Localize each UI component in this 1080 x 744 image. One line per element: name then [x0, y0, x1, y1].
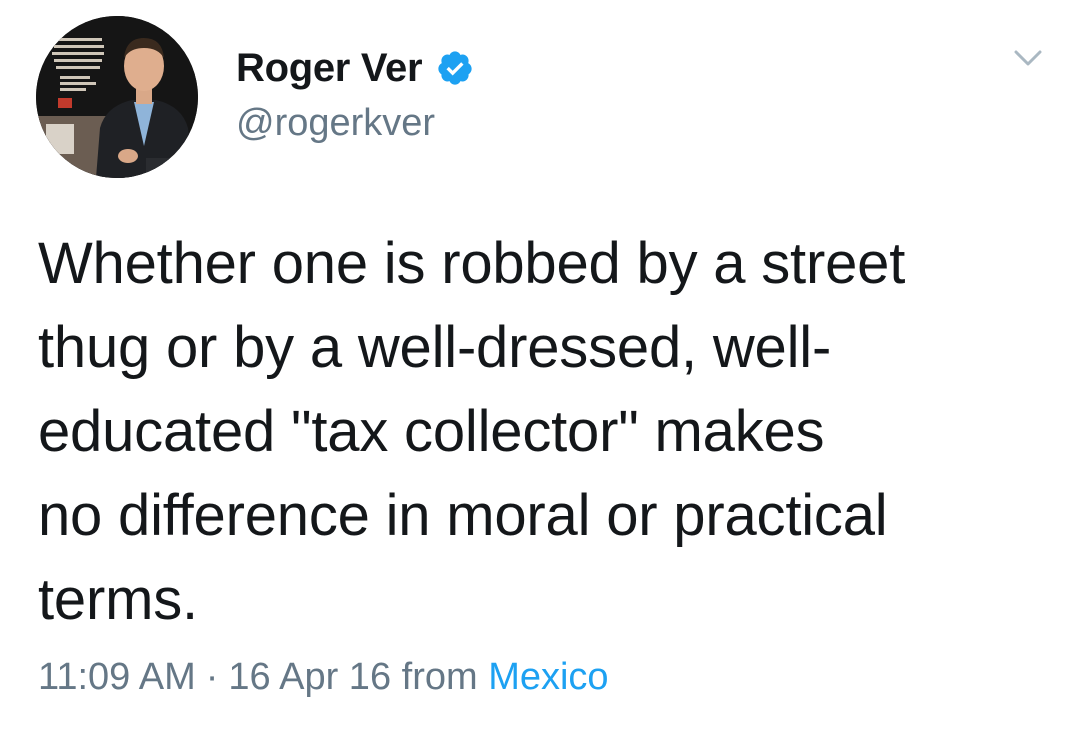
- chevron-down-icon[interactable]: [1014, 48, 1042, 68]
- tweet-card: Roger Ver @rogerkver Whether one is robb…: [0, 0, 1080, 744]
- handle[interactable]: @rogerkver: [236, 102, 474, 145]
- tweet-time[interactable]: 11:09 AM: [38, 656, 196, 698]
- avatar-photo-icon: [36, 16, 198, 178]
- tweet-date[interactable]: 16 Apr 16: [228, 656, 391, 698]
- tweet-text: Whether one is robbed by a street thug o…: [38, 231, 906, 632]
- author-info[interactable]: Roger Ver @rogerkver: [236, 40, 474, 145]
- verified-badge-icon: [436, 49, 474, 87]
- source-prefix: from: [401, 656, 478, 698]
- avatar[interactable]: [36, 16, 198, 178]
- location-link[interactable]: Mexico: [488, 656, 608, 698]
- name-row: Roger Ver: [236, 40, 474, 96]
- tweet-meta: 11:09 AM · 16 Apr 16 from Mexico: [38, 656, 609, 699]
- display-name[interactable]: Roger Ver: [236, 46, 423, 91]
- meta-separator: ·: [205, 656, 219, 698]
